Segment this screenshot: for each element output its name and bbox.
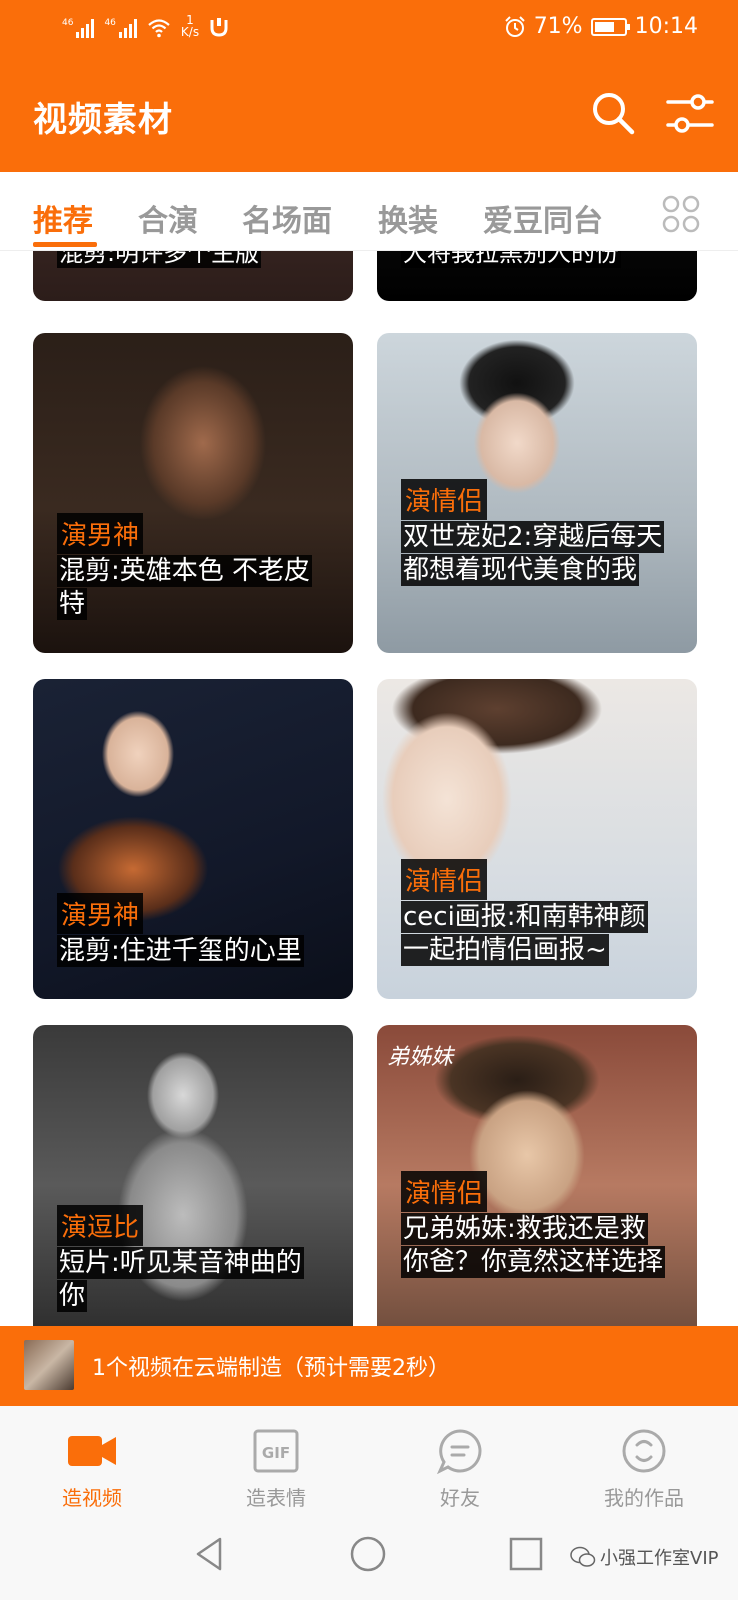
back-icon[interactable] xyxy=(190,1534,230,1574)
wechat-icon xyxy=(570,1546,596,1567)
video-card[interactable]: 演情侣 双世宠妃2:穿越后每天都想着现代美食的我 xyxy=(377,333,697,653)
video-card-partial-1[interactable]: 混剪:明评多个主版 xyxy=(33,251,353,301)
watermark: 小强工作室VIP xyxy=(570,1544,718,1570)
nav-make-video[interactable]: 造视频 xyxy=(0,1406,184,1514)
wifi-icon xyxy=(148,19,170,38)
signal-icon-2: 46 xyxy=(104,16,137,38)
app-notification-icon xyxy=(210,18,228,37)
gif-icon: GIF xyxy=(253,1429,299,1473)
smile-circle-icon xyxy=(622,1429,666,1473)
battery-level xyxy=(594,21,615,32)
processing-toast[interactable]: 1个视频在云端制造（预计需要2秒） xyxy=(0,1326,738,1418)
tab-recommend[interactable]: 推荐 xyxy=(33,196,93,240)
alarm-icon xyxy=(504,15,525,37)
tab-famous-scenes[interactable]: 名场面 xyxy=(242,196,332,240)
video-camera-icon xyxy=(68,1436,116,1466)
video-feed[interactable]: 混剪:明评多个主版 大将莪拉黑别人的份 演男神 混剪:英雄本色 不老皮特 演情侣… xyxy=(0,251,738,1326)
video-overlay-caption: 弟姊妹 xyxy=(387,1045,454,1070)
battery-icon xyxy=(590,17,630,36)
nav-friends[interactable]: 好友 xyxy=(368,1406,552,1514)
processing-message: 1个视频在云端制造（预计需要2秒） xyxy=(92,1356,450,1381)
svg-text:GIF: GIF xyxy=(262,1444,290,1462)
tab-co-star[interactable]: 合演 xyxy=(138,196,198,240)
clock: 10:14 xyxy=(634,14,698,39)
signal-icon-1: 46 xyxy=(62,16,95,38)
network-speed: 1 K/s xyxy=(180,13,200,39)
more-categories-icon[interactable] xyxy=(662,195,700,233)
nav-my-works[interactable]: 我的作品 xyxy=(552,1406,736,1514)
video-card[interactable]: 演逗比 短片:听见某音神曲的你 xyxy=(33,1025,353,1326)
tab-idol-same-stage[interactable]: 爱豆同台 xyxy=(483,196,603,240)
video-card-partial-2[interactable]: 大将莪拉黑别人的份 xyxy=(377,251,697,301)
category-tabs: 推荐 合演 名场面 换装 爱豆同台 xyxy=(0,172,738,252)
processing-thumbnail xyxy=(24,1340,74,1390)
page-title: 视频素材 xyxy=(33,100,173,140)
battery-percent: 71% xyxy=(533,14,583,39)
bottom-nav: 造视频 GIF 造表情 好友 我的作品 xyxy=(0,1406,738,1514)
sliders-icon[interactable] xyxy=(664,88,716,140)
search-icon[interactable] xyxy=(588,88,640,140)
system-nav-bar: 小强工作室VIP xyxy=(0,1514,738,1600)
video-card[interactable]: 演男神 混剪:住进千玺的心里 xyxy=(33,679,353,999)
video-card[interactable]: 弟姊妹 演情侣 兄弟姊妹:救我还是救你爸？你竟然这样选择 xyxy=(377,1025,697,1326)
home-icon[interactable] xyxy=(348,1534,388,1574)
tab-dress-up[interactable]: 换装 xyxy=(378,196,438,240)
recents-icon[interactable] xyxy=(506,1534,546,1574)
active-tab-indicator xyxy=(33,242,97,247)
nav-make-gif[interactable]: GIF 造表情 xyxy=(184,1406,368,1514)
video-card[interactable]: 演男神 混剪:英雄本色 不老皮特 xyxy=(33,333,353,653)
chat-bubble-icon xyxy=(437,1429,482,1474)
app-header: 46 46 1 K/s 71% 10:14 视频素材 xyxy=(0,0,738,172)
video-card[interactable]: 演情侣 ceci画报:和南韩神颜一起拍情侣画报~ xyxy=(377,679,697,999)
status-bar: 46 46 1 K/s 71% 10:14 xyxy=(0,0,738,58)
